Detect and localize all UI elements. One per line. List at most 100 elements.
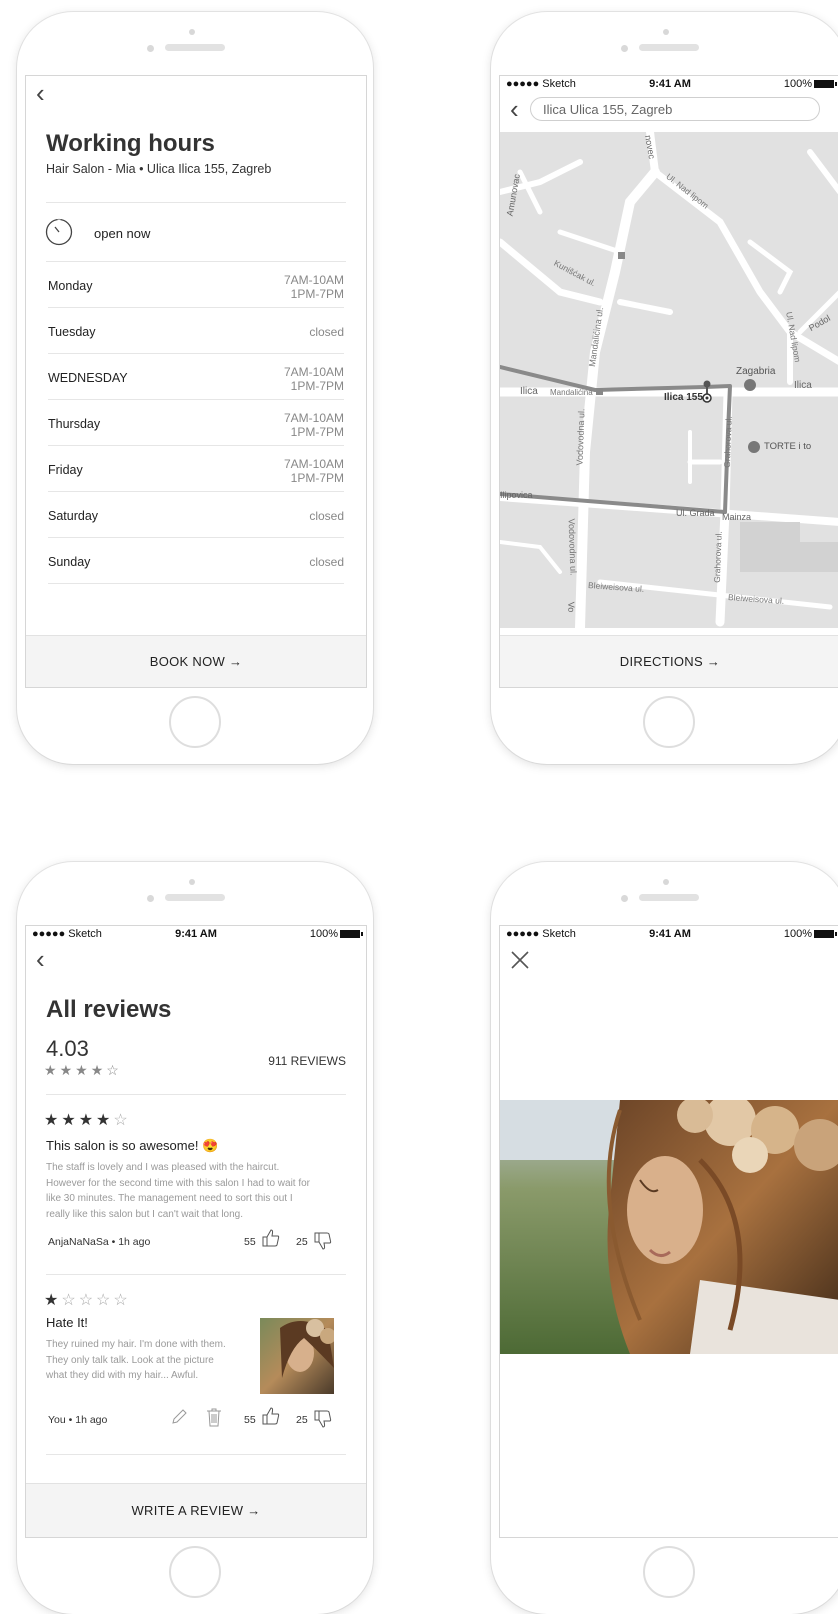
map-label-zagabria: Zagabria [736,366,776,377]
trash-icon[interactable] [206,1407,222,1427]
battery-icon [814,930,837,939]
review-1-line: The staff is lovely and I was pleased wi… [46,1162,280,1173]
review-2-photo[interactable] [260,1318,334,1394]
review-1-likes: 55 [244,1236,256,1248]
review-2-line: what they did with my hair... Awful. [46,1370,199,1381]
front-sensor [147,45,154,52]
thumbs-up-icon[interactable] [262,1229,280,1247]
speaker [165,894,225,901]
home-button[interactable] [643,1546,695,1598]
map-label-ul-grada: Ul. Grada [676,508,715,518]
review-1-line: like 30 minutes. The management need to … [46,1193,293,1204]
star-filled-icon: ★ [44,1112,62,1129]
day-label: Sunday [48,555,91,569]
day-label: Saturday [48,509,99,523]
camera [189,879,195,885]
home-button[interactable] [169,696,221,748]
hours-row: Tuesday closed [48,308,344,354]
status-bar: ●●●●● Sketch 9:41 AM 100% [26,926,366,942]
write-review-button[interactable]: WRITE A REVIEW → [26,1483,366,1537]
review-2-line: They only talk talk. Look at the picture [46,1354,214,1366]
book-now-button[interactable]: BOOK NOW → [26,635,366,687]
page-subtitle: Hair Salon - Mia • Ulica Ilica 155, Zagr… [46,162,272,176]
edit-icon[interactable] [170,1408,188,1426]
battery-icon [814,80,837,89]
star-filled-icon: ★ [96,1112,114,1129]
review-2-dislikes: 25 [296,1414,308,1426]
working-hours-screen: ‹ Working hours Hair Salon - Mia • Ulica… [25,75,367,688]
star-empty-icon: ☆ [106,1062,122,1078]
star-filled-icon: ★ [61,1112,79,1129]
battery-status: 100% [309,928,363,940]
back-icon[interactable]: ‹ [36,80,45,106]
hours-value: closed [309,509,344,523]
thumbs-down-icon[interactable] [314,1232,332,1250]
front-sensor [621,45,628,52]
divider [46,1454,346,1455]
front-sensor [147,895,154,902]
speaker [165,44,225,51]
review-1-dislikes: 25 [296,1236,308,1248]
star-filled-icon: ★ [44,1292,62,1309]
front-sensor [621,895,628,902]
star-filled-icon: ★ [75,1062,91,1078]
review-1-line: However for the second time with this sa… [46,1177,311,1189]
map-label-mandalicina-small: Mandalićina [550,388,593,397]
home-button[interactable] [169,1546,221,1598]
map-label-torte: TORTE i to [764,441,812,452]
hours-row: Thursday 7AM-10AM 1PM-7PM [48,400,344,446]
star-filled-icon: ★ [78,1112,97,1129]
star-filled-icon: ★ [44,1062,60,1078]
average-rating-stars: ★★★★☆ [44,1062,122,1079]
map-view[interactable]: Ilica 155 Zagabria TORTE i to Ilica Ilic… [500,132,838,628]
thumbs-down-icon[interactable] [314,1410,332,1428]
review-1-body: The staff is lovely and I was pleased wi… [46,1160,310,1222]
speaker [639,894,699,901]
street-nad-lipom [651,168,838,365]
search-input[interactable]: Ilica Ulica 155, Zagreb [530,97,820,121]
back-icon[interactable]: ‹ [36,946,45,972]
battery-status: 100% [784,78,837,90]
hours-row: Saturday closed [48,492,344,538]
open-status: open now [94,226,151,241]
battery-percent: 100% [309,928,338,940]
hours-row: Monday 7AM-10AM 1PM-7PM [48,262,344,308]
camera [663,879,669,885]
full-photo [500,1100,838,1354]
day-label: Friday [48,463,83,477]
photo-viewer-screen: ●●●●● Sketch 9:41 AM 100% [499,925,838,1538]
page-title: Working hours [46,130,215,157]
thumbs-up-icon[interactable] [262,1407,280,1425]
phone-reviews: ●●●●● Sketch 9:41 AM 100% ‹ All reviews … [17,862,373,1614]
map-label-vodovodna: Vodovodna ul. [574,408,587,466]
close-icon[interactable] [510,950,530,970]
hours-row: Friday 7AM-10AM 1PM-7PM [48,446,344,492]
status-bar: ●●●●● Sketch 9:41 AM 100% [500,926,838,942]
home-button[interactable] [643,696,695,748]
day-label: WEDNESDAY [48,371,128,385]
speaker [639,44,699,51]
hours-value: closed [309,555,344,569]
map-label-ilipovica: Ilipovica [500,490,533,500]
directions-screen: ●●●●● Sketch 9:41 AM 100% ‹ Ilica Ulica … [499,75,838,688]
review-1-stars: ★★★★☆ [44,1110,131,1130]
star-empty-icon: ☆ [96,1292,114,1309]
map-label-grahorova-2: Grahorova ul. [711,531,724,583]
review-1-line: really like this salon but I can't wait … [46,1208,244,1220]
review-2-likes: 55 [244,1414,256,1426]
hours-value: 7AM-10AM 1PM-7PM [283,273,344,301]
review-1-title: This salon is so awesome! 😍 [46,1138,219,1153]
day-label: Tuesday [48,325,96,339]
review-2-title: Hate It! [46,1315,88,1330]
map-canvas [500,132,838,628]
average-rating: 4.03 [46,1036,89,1061]
clock-icon [45,218,73,246]
battery-status: 100% [784,928,837,940]
review-2-meta: You • 1h ago [48,1414,108,1426]
back-icon[interactable]: ‹ [510,96,519,122]
camera [189,29,195,35]
reviews-count: 911 REVIEWS [268,1054,346,1068]
map-label-vodovodna-2: Vodovodna ul. [566,518,579,576]
hours-row: Sunday closed [48,538,344,584]
directions-button[interactable]: DIRECTIONS → [500,635,838,687]
